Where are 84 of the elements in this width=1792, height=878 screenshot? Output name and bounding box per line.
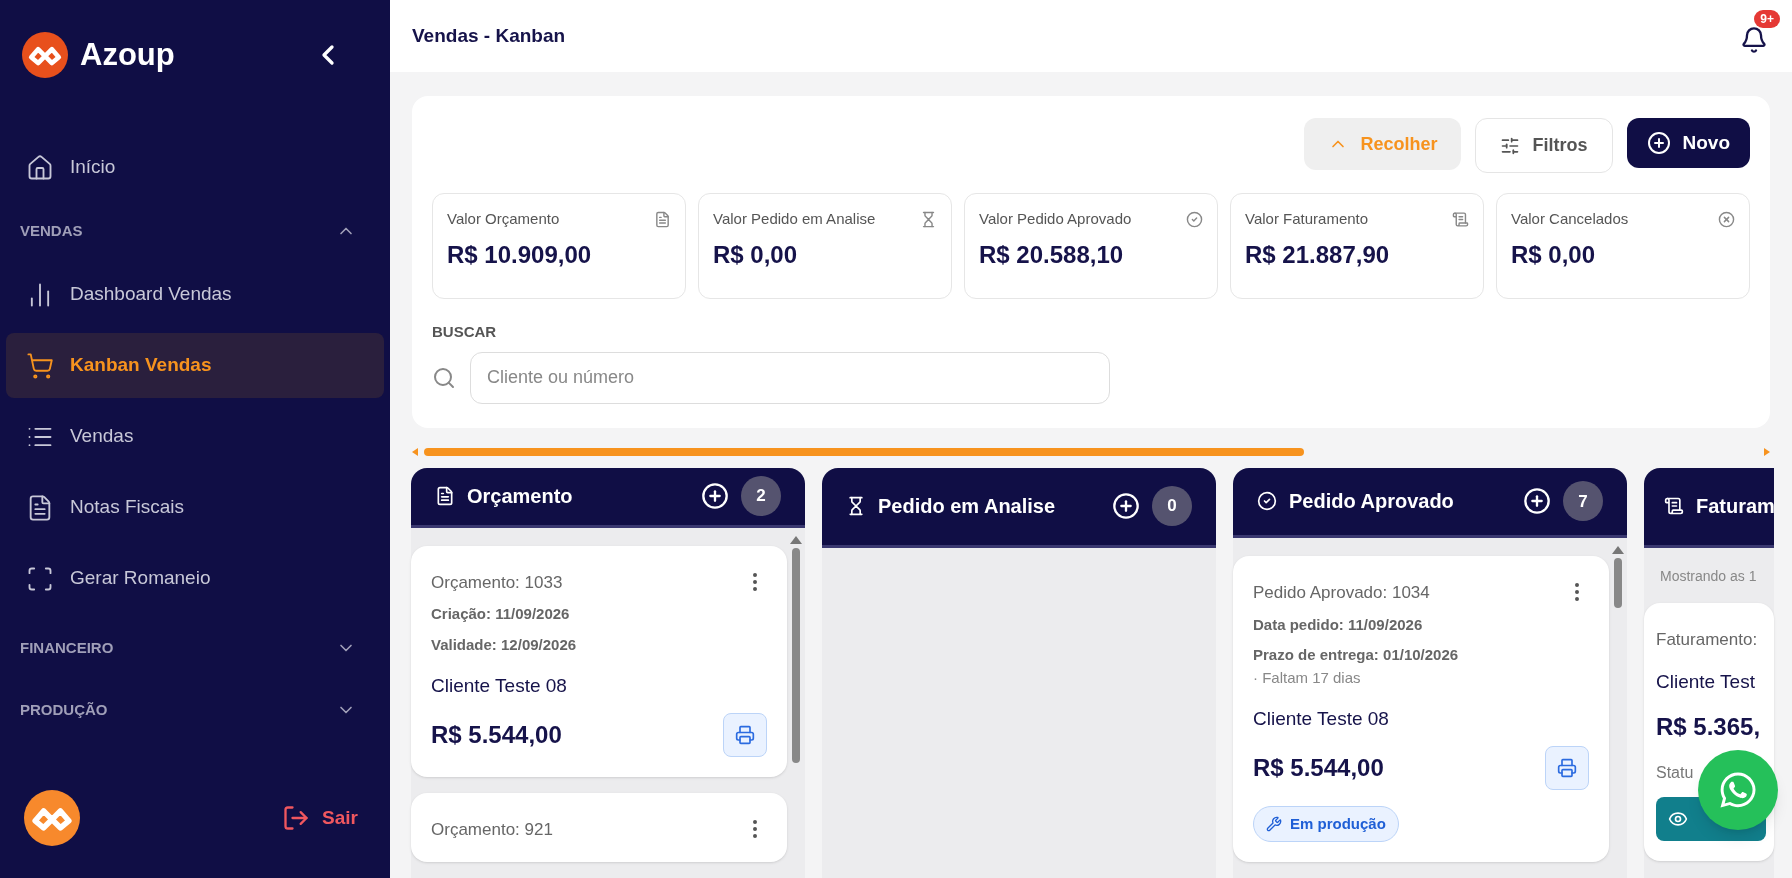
column-title: Orçamento — [467, 484, 573, 509]
sidebar-item[interactable]: Início — [6, 135, 384, 200]
user-avatar — [24, 790, 80, 846]
card-value: R$ 5.365, — [1656, 711, 1761, 742]
sliders-icon — [1500, 135, 1521, 156]
sidebar-section-header[interactable]: FINANCEIRO — [6, 617, 384, 679]
brand-name: Azoup — [80, 35, 175, 74]
column-scroll-thumb[interactable] — [792, 547, 800, 763]
notification-badge: 9+ — [1754, 10, 1780, 28]
x-circle-icon — [1718, 210, 1735, 228]
bell-icon[interactable] — [1740, 26, 1768, 54]
sidebar-item[interactable]: Vendas — [6, 404, 384, 469]
card-title: Faturamento: — [1656, 628, 1758, 651]
tools-icon — [1266, 815, 1282, 832]
search-icon — [432, 365, 456, 390]
summary-label: Valor Faturamento — [1245, 209, 1369, 229]
card-status: Statu — [1656, 762, 1695, 783]
sidebar-item[interactable]: Dashboard Vendas — [6, 262, 384, 327]
add-card-icon[interactable] — [1112, 492, 1140, 520]
summary-value: R$ 0,00 — [1511, 239, 1597, 270]
hourglass-icon — [846, 496, 866, 516]
summary-label: Valor Pedido Aprovado — [979, 209, 1132, 229]
printer-icon — [1557, 757, 1577, 778]
document-icon — [435, 486, 455, 506]
column-scroll-thumb[interactable] — [1614, 558, 1622, 608]
card-detail: Criação: 11/09/2026 — [431, 604, 571, 624]
new-button[interactable]: Novo — [1626, 118, 1750, 168]
sidebar-item[interactable]: Notas Fiscais — [6, 475, 384, 540]
card-note: · Faltam 17 dias — [1253, 667, 1362, 688]
client-name: Cliente Teste 08 — [1253, 707, 1390, 731]
column-info: Mostrando as 1 — [1659, 566, 1758, 586]
page-title: Vendas - Kanban — [412, 23, 566, 48]
logout-button[interactable]: Sair — [282, 803, 358, 833]
home-icon — [26, 153, 54, 182]
add-card-icon[interactable] — [701, 482, 729, 510]
kanban-card[interactable]: Orçamento: 921 — [411, 792, 787, 862]
printer-icon — [735, 724, 755, 745]
client-name: Cliente Teste 08 — [431, 674, 568, 698]
board-scroll-thumb[interactable] — [424, 447, 1305, 456]
card-title: Orçamento: 1033 — [431, 571, 563, 594]
document-icon — [654, 210, 671, 228]
status-badge: Em produção — [1253, 805, 1399, 842]
search-label: BUSCAR — [432, 322, 497, 342]
summary-label: Valor Cancelados — [1511, 209, 1629, 229]
add-card-icon[interactable] — [1523, 487, 1551, 516]
card-title: Orçamento: 921 — [431, 818, 553, 841]
search-field[interactable]: Cliente ou número — [470, 351, 1110, 404]
card-value: R$ 5.544,00 — [431, 719, 562, 750]
brand-logo-icon — [22, 32, 68, 78]
kanban-card[interactable]: Orçamento: 1033 Criação: 11/09/2026 Validade: 12/09/2026 Cliente Teste 08 R$ 5.544,00 — [411, 545, 787, 777]
plus-circle-icon — [1646, 131, 1671, 155]
cart-icon — [26, 351, 54, 380]
sidebar-section-header[interactable]: PRODUÇÃO — [6, 679, 384, 741]
summary-label: Valor Pedido em Analise — [713, 209, 876, 229]
client-name: Cliente Test — [1656, 670, 1756, 694]
card-count: 2 — [741, 476, 781, 516]
column-title: Faturam — [1696, 494, 1775, 519]
sidebar-item[interactable]: Gerar Romaneio — [6, 546, 384, 611]
sidebar-item[interactable]: Kanban Vendas — [6, 333, 384, 398]
column-title: Pedido em Analise — [878, 494, 1056, 519]
print-button[interactable] — [1545, 745, 1589, 790]
check-circle-icon — [1257, 491, 1277, 512]
summary-value: R$ 0,00 — [713, 239, 799, 270]
whatsapp-icon — [1718, 770, 1758, 810]
card-title: Pedido Aprovado: 1034 — [1253, 582, 1430, 604]
summary-value: R$ 20.588,10 — [979, 239, 1125, 270]
summary-value: R$ 21.887,90 — [1245, 239, 1391, 270]
receipt-icon — [1452, 210, 1469, 228]
hourglass-icon — [920, 210, 937, 228]
card-value: R$ 5.544,00 — [1253, 752, 1384, 783]
card-detail: Data pedido: 11/09/2026 — [1253, 614, 1424, 635]
print-button[interactable] — [723, 712, 767, 757]
receipt-icon — [1664, 496, 1684, 516]
summary-label: Valor Orçamento — [447, 209, 560, 229]
kanban-card[interactable]: Pedido Aprovado: 1034 Data pedido: 11/09/2026 Prazo de entrega: 01/10/2026 · Faltam 17 dias Cliente Teste 08 R$ 5.544,00 Em produção — [1233, 556, 1609, 862]
card-detail: Validade: 12/09/2026 — [431, 634, 578, 655]
card-count: 7 — [1563, 481, 1603, 522]
filter-button[interactable]: Filtros — [1475, 118, 1613, 173]
card-detail: Prazo de entrega: 01/10/2026 — [1253, 645, 1460, 665]
column-title: Pedido Aprovado — [1289, 489, 1454, 515]
check-circle-icon — [1186, 210, 1203, 228]
summary-value: R$ 10.909,00 — [447, 239, 593, 270]
sidebar-section-header[interactable]: VENDAS — [6, 200, 384, 262]
card-count: 0 — [1152, 486, 1192, 526]
